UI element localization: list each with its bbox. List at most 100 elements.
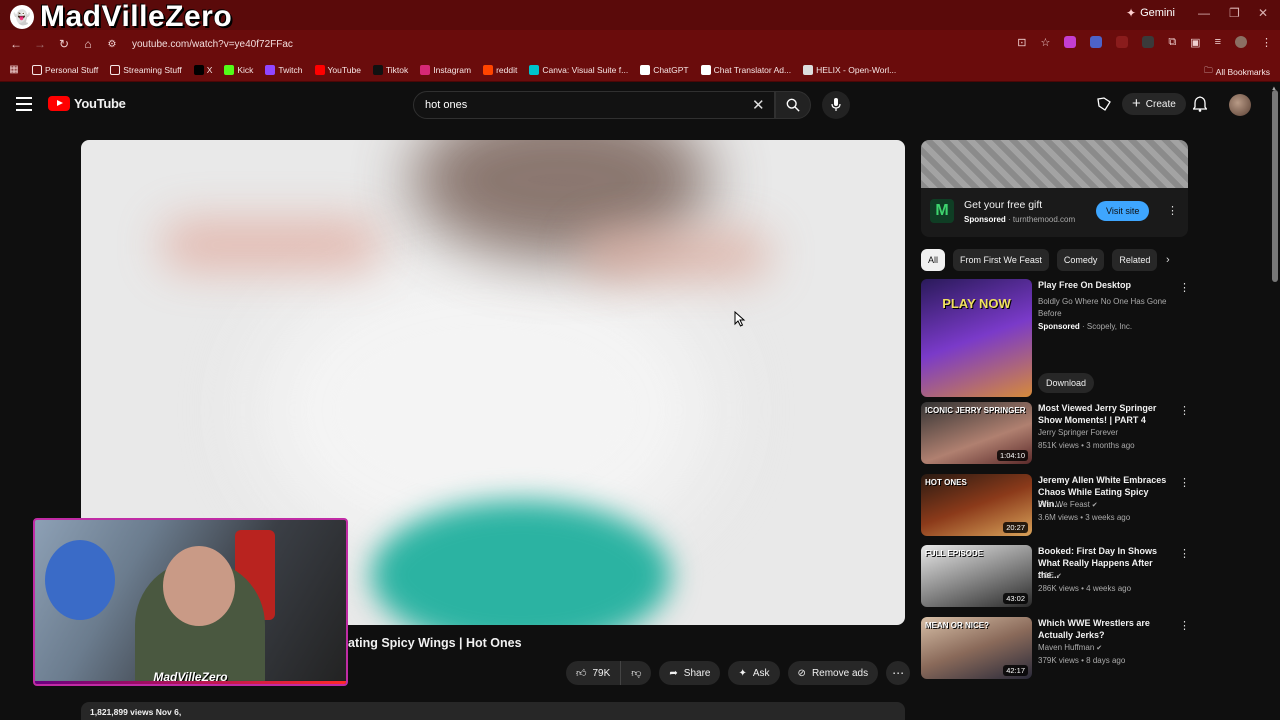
site-info-icon[interactable]: ⚙ [100, 39, 124, 50]
ad-menu-kebab-icon[interactable]: ⋮ [1167, 204, 1178, 217]
bookmark-item[interactable]: HELIX - Open-Worl... [803, 64, 897, 75]
description-box[interactable]: 1,821,899 views Nov 6, [81, 702, 905, 720]
hamburger-menu-icon[interactable] [16, 97, 32, 115]
close-window-icon[interactable]: ✕ [1258, 6, 1268, 20]
more-options-kebab-icon[interactable]: ⋮ [1179, 547, 1190, 560]
channel-name[interactable]: Boldly Go Where No One Has Gone Before [1038, 296, 1178, 320]
create-button[interactable]: + Create [1122, 93, 1186, 115]
recommendation-item[interactable]: ICONIC JERRY SPRINGER 1:04:10 Most Viewed … [921, 402, 1190, 468]
bookmark-item[interactable]: X [193, 64, 213, 75]
recommendation-title[interactable]: Which WWE Wrestlers are Actually Jerks? [1038, 617, 1174, 641]
more-options-kebab-icon[interactable]: ⋮ [1179, 281, 1190, 294]
recommendation-title[interactable]: Play Free On Desktop [1038, 279, 1174, 291]
extension-icon[interactable] [1090, 36, 1103, 48]
youtube-logo[interactable]: YouTube [48, 96, 126, 111]
recommendation-meta: 286K views • 4 weeks ago [1038, 584, 1131, 593]
filter-chip[interactable]: All [921, 249, 946, 271]
media-icon[interactable]: ≡ [1215, 36, 1221, 49]
download-button[interactable]: Download [1038, 373, 1095, 393]
page-scrollbar[interactable] [1272, 90, 1278, 282]
bookmark-item[interactable]: Instagram [420, 64, 472, 75]
more-options-kebab-icon[interactable]: ⋮ [1179, 476, 1190, 489]
remove-ads-button[interactable]: ⊘ Remove ads [787, 661, 879, 685]
forward-icon[interactable]: → [28, 37, 52, 51]
ad-title: Get your free gift [964, 199, 1043, 211]
bookmark-item[interactable]: Personal Stuff [32, 64, 98, 75]
recommendation-item[interactable]: FULL EPISODE 43:02 Booked: First Day In Sh… [921, 545, 1190, 611]
search-box [413, 91, 775, 119]
webcam-border-bar [35, 681, 346, 684]
recommendation-item[interactable]: PLAY NOW Play Free On Desktop Boldly Go Wh… [921, 279, 1190, 397]
all-bookmarks-button[interactable]: 🗀 All Bookmarks [1204, 65, 1270, 79]
visit-site-button[interactable]: Visit site [1096, 201, 1150, 221]
bookmark-item[interactable]: Canva: Visual Suite f... [529, 64, 628, 75]
like-button[interactable]: 👍︎ 79K [566, 661, 622, 685]
bookmark-item[interactable]: Twitch [265, 64, 303, 75]
video-thumbnail[interactable]: MEAN OR NICE? 42:17 [921, 617, 1032, 679]
sidebar-icon[interactable]: ▣ [1190, 36, 1200, 49]
bookmark-star-icon[interactable]: ☆ [1040, 36, 1050, 49]
filter-chip[interactable]: Related [1112, 249, 1158, 271]
recommendation-title[interactable]: Most Viewed Jerry Springer Show Moments!… [1038, 402, 1174, 426]
channel-name[interactable]: Jerry Springer Forever [1038, 428, 1118, 437]
sidebar-ad-card[interactable]: M Get your free gift Sponsored · turnthe… [921, 140, 1188, 237]
recommendation-item[interactable]: HOT ONES 20:27 Jeremy Allen White Embraces… [921, 474, 1190, 540]
gemini-button[interactable]: ✦ Gemini [1126, 6, 1175, 20]
ask-button[interactable]: ✦ Ask [728, 661, 780, 685]
chevron-right-icon[interactable]: › [1166, 254, 1170, 266]
filter-chip[interactable]: Comedy [1056, 249, 1105, 271]
bookmark-item[interactable]: Chat Translator Ad... [700, 64, 791, 75]
bookmark-item[interactable]: Streaming Stuff [110, 64, 182, 75]
url-field[interactable]: youtube.com/watch?v=ye40f72FFac [132, 39, 293, 50]
install-icon[interactable]: ⊡ [1017, 36, 1026, 49]
share-button[interactable]: ➦ Share [659, 661, 721, 685]
gemini-icon: ✦ [1126, 6, 1137, 20]
extensions-puzzle-icon[interactable]: ⧉ [1168, 36, 1176, 49]
filter-chip[interactable]: From First We Feast [953, 249, 1049, 271]
search-input[interactable] [425, 99, 725, 111]
home-icon[interactable]: ⌂ [76, 37, 100, 51]
video-thumbnail[interactable]: HOT ONES 20:27 [921, 474, 1032, 536]
video-thumbnail[interactable]: PLAY NOW [921, 279, 1032, 397]
more-options-kebab-icon[interactable]: ⋮ [1179, 619, 1190, 632]
notifications-bell-icon[interactable] [1192, 96, 1208, 117]
cast-icon[interactable] [1096, 97, 1112, 116]
bookmark-item[interactable]: reddit [483, 64, 518, 75]
extension-icon[interactable] [1142, 36, 1155, 48]
channel-name[interactable]: First We Feast ✔ [1038, 500, 1098, 509]
clear-search-icon[interactable]: ✕ [752, 96, 765, 114]
extension-icon[interactable] [1116, 36, 1129, 48]
video-frame-blur [161, 220, 381, 270]
apps-grid-icon[interactable]: ▦ [2, 64, 26, 75]
bookmark-item[interactable]: YouTube [314, 64, 361, 75]
bookmark-item[interactable]: Kick [224, 64, 253, 75]
account-avatar[interactable] [1229, 94, 1251, 116]
recommendation-item[interactable]: MEAN OR NICE? 42:17 Which WWE Wrestlers ar… [921, 617, 1190, 683]
channel-name[interactable]: Maven Huffman ✔ [1038, 643, 1102, 652]
search-icon [786, 98, 800, 112]
more-actions-icon[interactable]: ⋯ [886, 661, 911, 685]
streamer-brand: 👻 MadVilleZero [10, 2, 232, 32]
dislike-button[interactable]: 👎︎ [621, 661, 652, 685]
bookmark-label: HELIX - Open-Worl... [816, 64, 897, 75]
channel-name[interactable]: A&E ✔ [1038, 571, 1062, 580]
profile-avatar[interactable] [1235, 36, 1247, 48]
youtube-logo-text: YouTube [74, 96, 126, 111]
more-options-kebab-icon[interactable]: ⋮ [1179, 404, 1190, 417]
voice-search-button[interactable] [822, 91, 850, 119]
extension-icon[interactable] [1064, 36, 1077, 48]
bookmark-item[interactable]: ChatGPT [640, 64, 689, 75]
bookmark-label: Instagram [433, 64, 472, 75]
back-icon[interactable]: ← [4, 37, 28, 51]
search-button[interactable] [775, 91, 811, 119]
menu-kebab-icon[interactable]: ⋮ [1261, 36, 1272, 49]
video-thumbnail[interactable]: ICONIC JERRY SPRINGER 1:04:10 [921, 402, 1032, 464]
bookmark-label: reddit [496, 64, 518, 75]
reload-icon[interactable]: ↻ [52, 37, 76, 51]
video-thumbnail[interactable]: FULL EPISODE 43:02 [921, 545, 1032, 607]
minimize-icon[interactable]: — [1198, 6, 1210, 20]
bookmark-item[interactable]: Tiktok [372, 64, 408, 75]
maximize-icon[interactable]: ❐ [1229, 6, 1240, 20]
thumbnail-text: HOT ONES [925, 478, 967, 487]
bookmark-label: X [206, 64, 213, 75]
